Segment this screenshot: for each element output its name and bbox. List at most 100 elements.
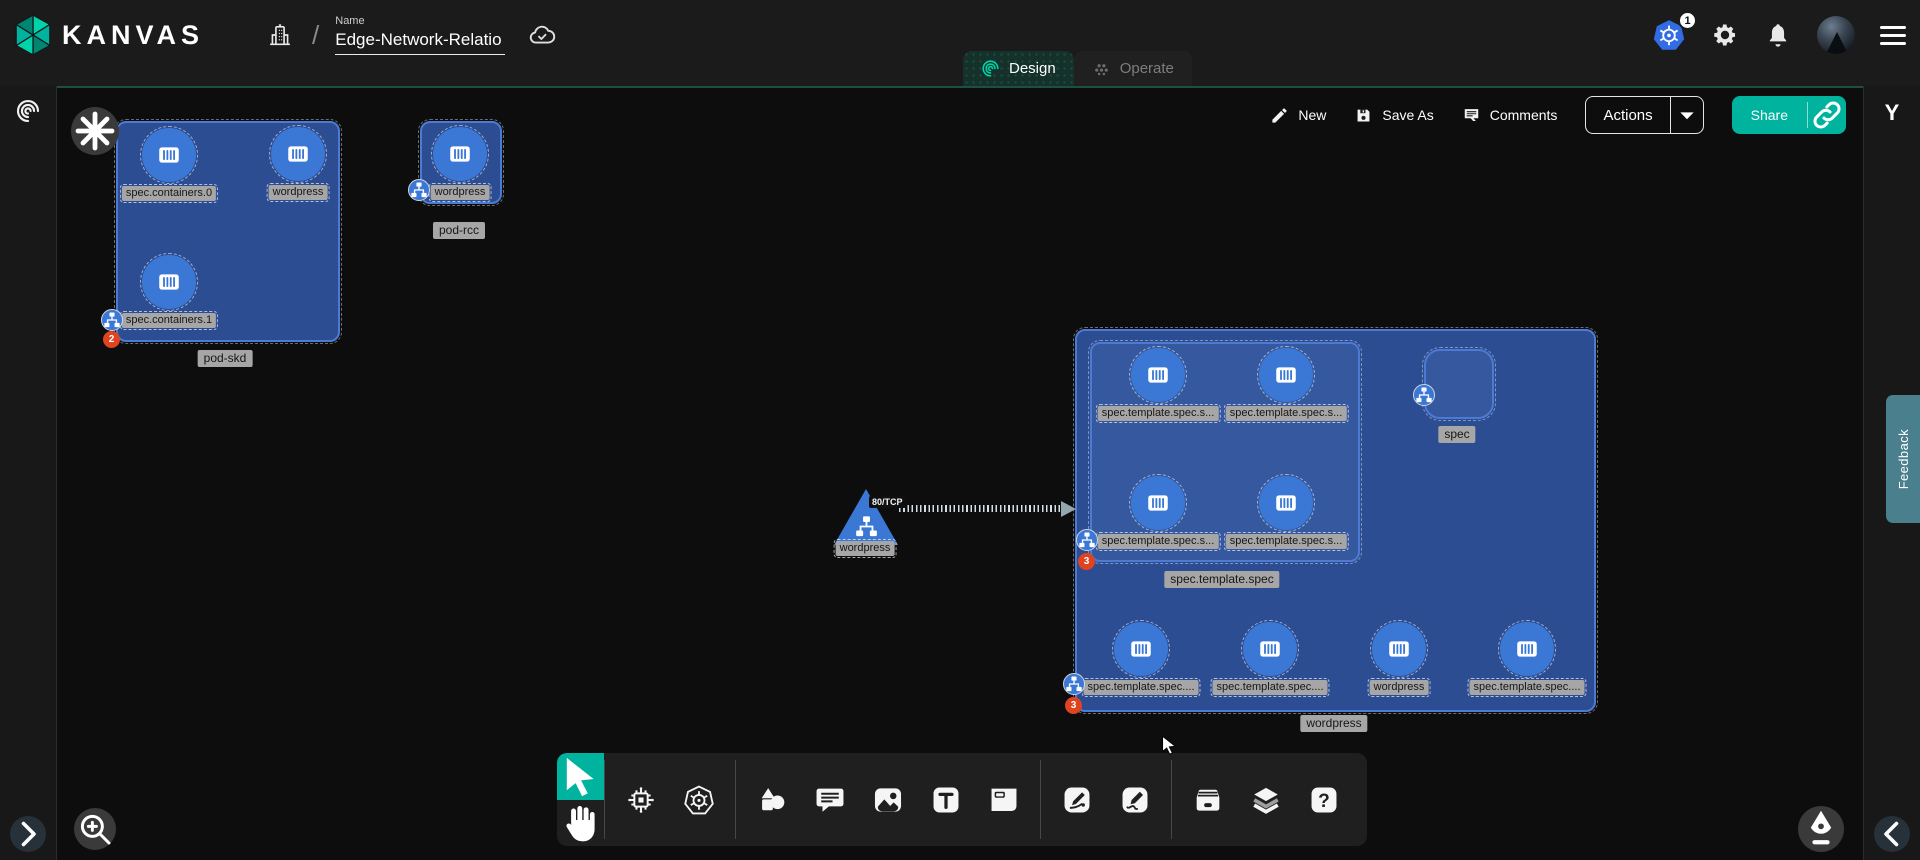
design-name-label: Name xyxy=(335,15,505,27)
container-icon xyxy=(1142,362,1174,388)
layers-button[interactable] xyxy=(1249,783,1283,817)
cluster-snowflake-button[interactable] xyxy=(71,107,119,155)
hierarchy-icon xyxy=(102,310,122,330)
actions-dropdown-button[interactable]: Actions xyxy=(1585,96,1703,134)
left-rail xyxy=(0,86,57,860)
image-tool-button[interactable] xyxy=(871,783,905,817)
container-node[interactable] xyxy=(1259,348,1313,402)
tab-design-label: Design xyxy=(1009,60,1056,77)
pointer-tools xyxy=(557,753,604,846)
new-button[interactable]: New xyxy=(1270,106,1326,125)
container-node[interactable] xyxy=(1131,348,1185,402)
kubernetes-context-button[interactable]: 1 xyxy=(1652,18,1686,52)
magnifier-icon xyxy=(74,808,116,850)
kanvas-logo-icon xyxy=(14,14,52,56)
organization-icon[interactable] xyxy=(266,21,294,49)
comment-tool-button[interactable] xyxy=(813,783,847,817)
container-icon xyxy=(153,269,185,295)
panel-tools: ? xyxy=(1172,753,1360,846)
cloud-sync-icon[interactable] xyxy=(527,20,557,50)
svg-text:?: ? xyxy=(1318,790,1330,811)
hand-icon xyxy=(557,800,604,846)
comments-button[interactable]: Comments xyxy=(1462,106,1558,125)
pod-relationship-badge[interactable] xyxy=(101,309,123,331)
tab-operate[interactable]: Operate xyxy=(1074,51,1192,86)
breadcrumb-separator: / xyxy=(312,20,319,51)
node-label: spec.containers.0 xyxy=(122,186,216,201)
container-node[interactable] xyxy=(1131,476,1185,530)
design-name-field: Name xyxy=(335,15,505,55)
container-node[interactable] xyxy=(1500,622,1554,676)
kubernetes-context-badge: 1 xyxy=(1678,11,1697,30)
header-row: KANVAS / Name xyxy=(0,0,1920,70)
node-label: spec.containers.1 xyxy=(122,313,216,328)
comment-icon xyxy=(1462,106,1481,125)
snowflake-icon xyxy=(71,107,119,155)
node-label: spec.template.spec.s... xyxy=(1226,406,1347,421)
hierarchy-panel-toggle[interactable]: Y xyxy=(1885,100,1900,126)
components-drawer-button[interactable] xyxy=(1191,783,1225,817)
app-header: KANVAS / Name 1 Design xyxy=(0,0,1920,86)
share-button[interactable]: Share xyxy=(1732,96,1846,134)
node-label: spec.template.spec.s... xyxy=(1098,534,1219,549)
container-icon xyxy=(153,142,185,168)
share-link-icon-button[interactable] xyxy=(1808,96,1846,134)
hierarchy-icon xyxy=(409,180,429,200)
note-tool-button[interactable] xyxy=(987,783,1021,817)
expand-right-panel-button[interactable] xyxy=(1874,816,1910,852)
ink-pen-button[interactable] xyxy=(1798,806,1844,852)
expand-left-panel-button[interactable] xyxy=(10,816,46,852)
kubernetes-tool-button[interactable] xyxy=(682,783,716,817)
spec-relationship-badge[interactable] xyxy=(1413,384,1435,406)
text-tool-button[interactable] xyxy=(929,783,963,817)
container-node[interactable] xyxy=(1114,622,1168,676)
settings-gear-icon[interactable] xyxy=(1711,21,1739,49)
container-node[interactable] xyxy=(433,127,487,181)
design-canvas[interactable]: New Save As Comments Actions Share xyxy=(57,86,1863,860)
node-label: wordpress xyxy=(431,185,490,200)
help-button[interactable]: ? xyxy=(1307,783,1341,817)
select-tool-button[interactable] xyxy=(557,753,604,800)
hamburger-menu-icon[interactable] xyxy=(1880,26,1906,45)
hierarchy-icon xyxy=(1077,530,1097,550)
comments-label: Comments xyxy=(1490,107,1558,123)
spec-node[interactable] xyxy=(1424,349,1494,419)
container-node[interactable] xyxy=(1372,622,1426,676)
tool-dock: ? xyxy=(557,753,1367,846)
zoom-button[interactable] xyxy=(74,808,116,850)
kanvas-logo[interactable]: KANVAS xyxy=(14,14,204,56)
user-avatar[interactable] xyxy=(1817,16,1855,54)
template-relationship-badge[interactable] xyxy=(1076,529,1098,551)
container-node[interactable] xyxy=(1259,476,1313,530)
save-as-label: Save As xyxy=(1382,107,1433,123)
template-count-badge[interactable]: 3 xyxy=(1078,553,1095,570)
deployment-relationship-badge[interactable] xyxy=(1063,673,1085,695)
save-as-button[interactable]: Save As xyxy=(1354,106,1433,125)
actions-caret-button[interactable] xyxy=(1671,97,1703,133)
notifications-bell-icon[interactable] xyxy=(1764,21,1792,49)
pod-relationship-badge[interactable] xyxy=(408,179,430,201)
container-node[interactable] xyxy=(271,127,325,181)
container-node[interactable] xyxy=(142,128,196,182)
component-tools xyxy=(605,753,735,846)
pen-tool-button[interactable] xyxy=(1060,783,1094,817)
new-label: New xyxy=(1298,107,1326,123)
shapes-tool-button[interactable] xyxy=(755,783,789,817)
pod-count-badge[interactable]: 2 xyxy=(103,331,120,348)
canvas-actions-bar: New Save As Comments Actions Share xyxy=(1270,96,1846,134)
container-icon xyxy=(1254,636,1286,662)
app-body: New Save As Comments Actions Share xyxy=(0,86,1920,860)
pencil-icon xyxy=(1270,106,1289,125)
group-label: pod-skd xyxy=(198,350,253,367)
design-name-input[interactable] xyxy=(335,29,505,55)
link-icon xyxy=(1808,96,1846,134)
container-node[interactable] xyxy=(1243,622,1297,676)
tab-design[interactable]: Design xyxy=(963,51,1074,86)
container-node[interactable] xyxy=(142,255,196,309)
pan-tool-button[interactable] xyxy=(557,800,604,846)
container-icon xyxy=(1270,490,1302,516)
feedback-tab[interactable]: Feedback xyxy=(1886,395,1920,523)
integrations-tool-button[interactable] xyxy=(624,783,658,817)
deployment-count-badge[interactable]: 3 xyxy=(1065,697,1082,714)
freehand-tool-button[interactable] xyxy=(1118,783,1152,817)
